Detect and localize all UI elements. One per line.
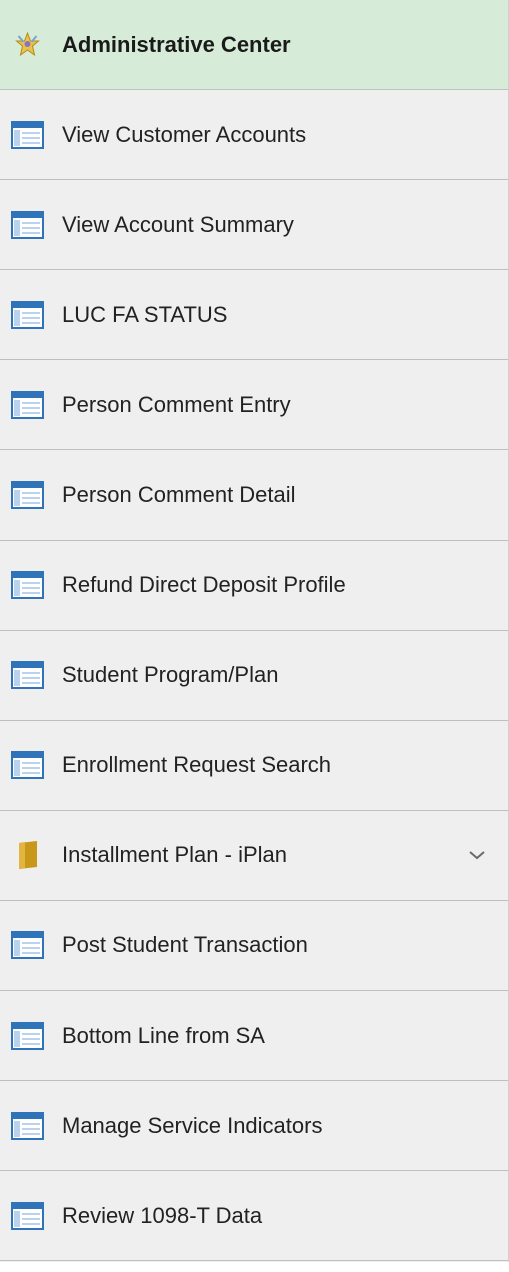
nav-item-label: Person Comment Detail bbox=[62, 482, 296, 508]
nav-item-label: Post Student Transaction bbox=[62, 932, 308, 958]
page-icon bbox=[11, 481, 44, 510]
page-icon bbox=[11, 661, 44, 690]
nav-item-label: Person Comment Entry bbox=[62, 391, 291, 417]
nav-item-person-comment-entry[interactable]: Person Comment Entry bbox=[0, 360, 508, 451]
page-icon bbox=[11, 1021, 44, 1050]
nav-item-label: Refund Direct Deposit Profile bbox=[62, 572, 346, 598]
page-icon bbox=[11, 210, 44, 239]
admin-center-icon bbox=[15, 31, 40, 56]
nav-item-view-account-summary[interactable]: View Account Summary bbox=[0, 180, 508, 271]
page-icon bbox=[11, 931, 44, 960]
page-icon bbox=[11, 751, 44, 780]
navigation-panel: Administrative Center View Customer Acco… bbox=[0, 0, 509, 1262]
page-icon bbox=[11, 571, 44, 600]
nav-item-view-customer-accounts[interactable]: View Customer Accounts bbox=[0, 90, 508, 181]
nav-item-label: Installment Plan - iPlan bbox=[62, 842, 287, 868]
nav-item-label: LUC FA STATUS bbox=[62, 301, 228, 327]
folder-icon bbox=[19, 841, 37, 870]
nav-item-person-comment-detail[interactable]: Person Comment Detail bbox=[0, 450, 508, 541]
page-icon bbox=[11, 120, 44, 149]
nav-item-review-1098-t-data[interactable]: Review 1098-T Data bbox=[0, 1171, 508, 1262]
nav-item-student-program-plan[interactable]: Student Program/Plan bbox=[0, 630, 508, 721]
nav-header-label: Administrative Center bbox=[62, 31, 291, 57]
nav-header-administrative-center[interactable]: Administrative Center bbox=[0, 0, 508, 91]
nav-item-label: View Customer Accounts bbox=[62, 121, 307, 147]
nav-item-manage-service-indicators[interactable]: Manage Service Indicators bbox=[0, 1081, 508, 1172]
nav-item-post-student-transaction[interactable]: Post Student Transaction bbox=[0, 900, 508, 992]
nav-item-label: Student Program/Plan bbox=[62, 662, 279, 688]
page-icon bbox=[11, 1111, 44, 1140]
nav-item-enrollment-request-search[interactable]: Enrollment Request Search bbox=[0, 720, 508, 811]
nav-item-refund-direct-deposit-profile[interactable]: Refund Direct Deposit Profile bbox=[0, 540, 508, 631]
nav-item-label: Bottom Line from SA bbox=[62, 1022, 265, 1048]
page-icon bbox=[11, 1201, 44, 1230]
nav-item-label: Review 1098-T Data bbox=[62, 1202, 263, 1228]
nav-item-label: Enrollment Request Search bbox=[62, 752, 332, 778]
nav-item-bottom-line-from-sa[interactable]: Bottom Line from SA bbox=[0, 991, 508, 1082]
chevron-down-icon[interactable] bbox=[468, 849, 486, 861]
nav-item-installment-plan-iplan[interactable]: Installment Plan - iPlan bbox=[0, 810, 508, 901]
page-icon bbox=[11, 390, 44, 419]
nav-item-luc-fa-status[interactable]: LUC FA STATUS bbox=[0, 270, 508, 361]
nav-item-label: Manage Service Indicators bbox=[62, 1112, 323, 1138]
nav-item-label: View Account Summary bbox=[62, 211, 294, 237]
page-icon bbox=[11, 300, 44, 329]
